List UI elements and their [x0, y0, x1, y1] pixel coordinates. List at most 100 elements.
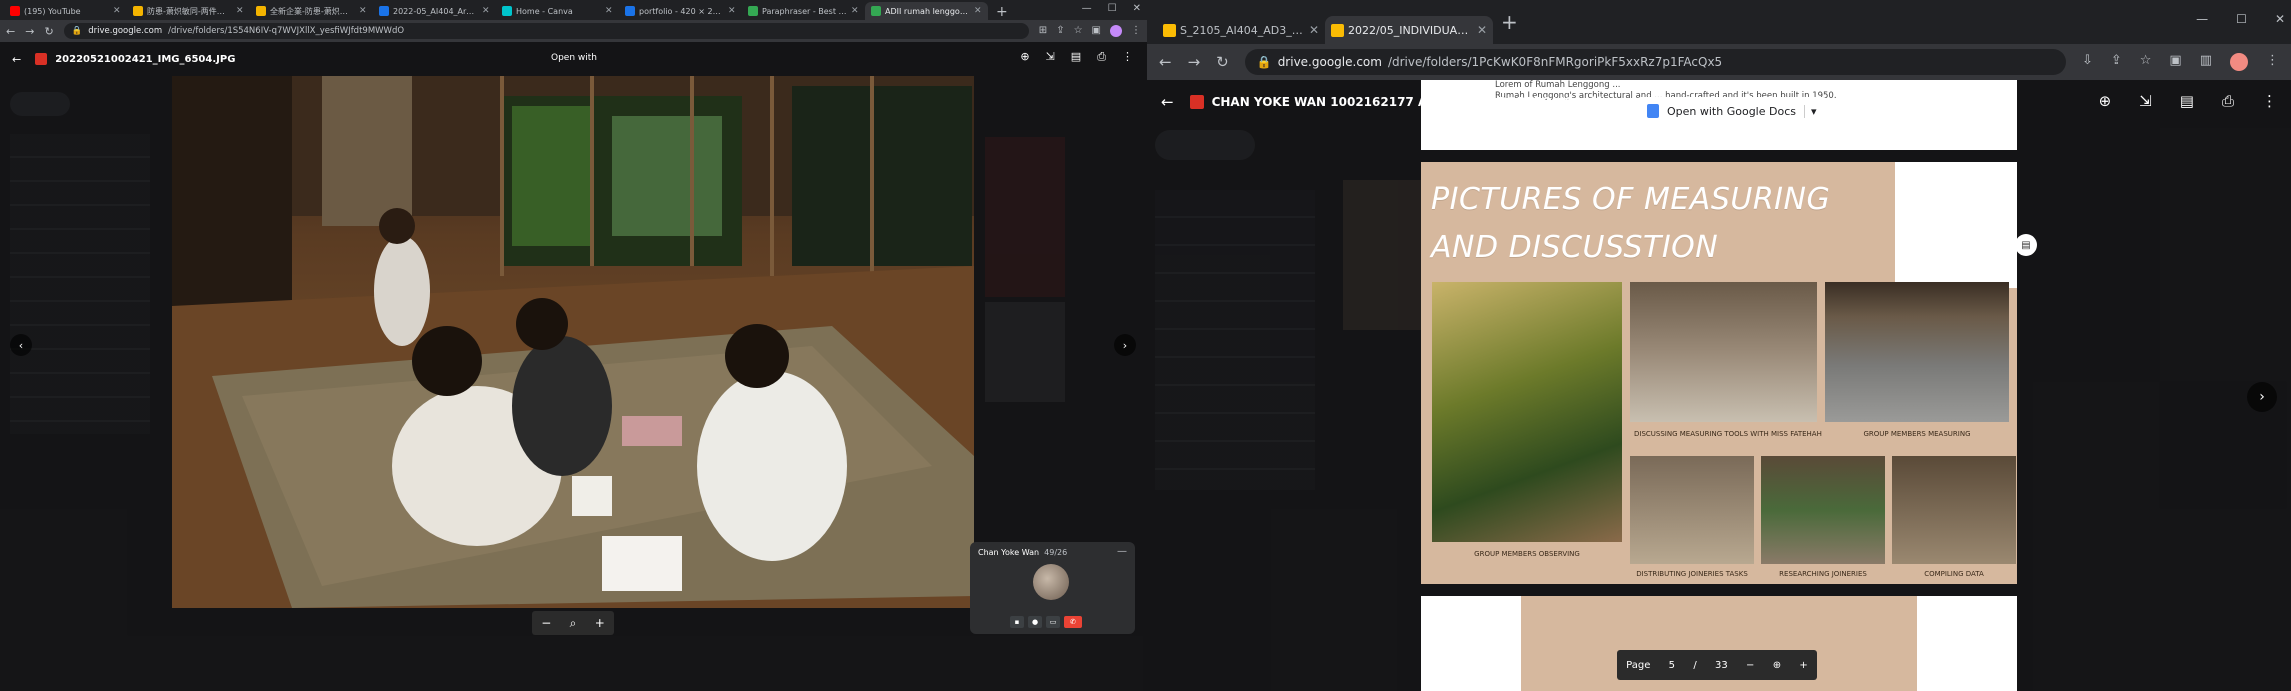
- bookmark-star-icon[interactable]: ☆: [2140, 53, 2152, 71]
- close-icon[interactable]: ✕: [2275, 12, 2285, 26]
- zoom-in-icon[interactable]: +: [595, 616, 605, 630]
- comment-icon[interactable]: ▤: [2180, 92, 2194, 110]
- url-field[interactable]: 🔒 drive.google.com/drive/folders/1PcKwK0…: [1244, 49, 2066, 75]
- favicon-icon: [1331, 23, 1344, 37]
- favicon-icon: [502, 6, 512, 16]
- tab-close-icon[interactable]: ✕: [113, 6, 121, 16]
- new-button[interactable]: [10, 92, 70, 116]
- tab-3[interactable]: 2022-05_AI404_Architectur ✕: [373, 2, 496, 20]
- favicon-icon: [1163, 23, 1176, 37]
- tab-7[interactable]: ADII rumah lenggong - G ✕: [865, 2, 988, 20]
- close-viewer-icon[interactable]: ←: [1161, 93, 1174, 111]
- back-icon[interactable]: ←: [1159, 53, 1172, 71]
- tab-4[interactable]: Home - Canva ✕: [496, 2, 619, 20]
- tab-close-icon[interactable]: ✕: [236, 6, 244, 16]
- reload-icon[interactable]: ↻: [44, 25, 53, 38]
- tab-0[interactable]: S_2105_AI404_AD3_05_Portfolio ✕: [1157, 16, 1325, 44]
- open-with-button[interactable]: Open with: [545, 50, 603, 66]
- file-title: CHAN YOKE WAN 1002162177 AI404 ADIII POR…: [1189, 95, 1601, 109]
- tab-1[interactable]: 防患-萧炽敏同-两件平人生 ✕: [127, 2, 250, 20]
- close-viewer-icon[interactable]: ←: [12, 53, 21, 66]
- minimize-icon[interactable]: —: [1082, 3, 1092, 14]
- tab-5[interactable]: portfolio - 420 × 297mm ✕: [619, 2, 742, 20]
- maximize-icon[interactable]: ☐: [2236, 12, 2247, 26]
- share-icon[interactable]: ⇪: [2111, 53, 2122, 71]
- forward-icon[interactable]: →: [25, 25, 34, 38]
- tab-strip: S_2105_AI404_AD3_05_Portfolio✕2022/05_IN…: [1147, 0, 2291, 44]
- photo-image: [172, 76, 974, 608]
- video-call-pip[interactable]: Chan Yoke Wan 49/26 — ▪ ● ▭ ✆: [970, 542, 1135, 634]
- menu-icon[interactable]: ⋮: [1131, 25, 1141, 37]
- tab-0[interactable]: (195) YouTube ✕: [4, 2, 127, 20]
- next-file-icon[interactable]: ›: [1114, 334, 1136, 356]
- add-shortcut-icon[interactable]: ⊕: [2099, 92, 2112, 110]
- camera-icon[interactable]: ▪: [1010, 616, 1024, 628]
- zoom-in-icon[interactable]: +: [1799, 660, 1807, 671]
- microphone-icon[interactable]: ●: [1028, 616, 1042, 628]
- close-icon[interactable]: ✕: [1133, 3, 1141, 14]
- tab-label: 2022/05_INDIVIDUAL PORTFOLIO: [1348, 23, 1473, 37]
- next-file-icon[interactable]: ›: [2247, 382, 2277, 412]
- tab-close-icon[interactable]: ✕: [728, 6, 736, 16]
- open-with-google-docs-button[interactable]: Open with Google Docs ▾: [1637, 97, 1827, 125]
- zoom-out-icon[interactable]: −: [541, 616, 551, 630]
- new-tab-icon[interactable]: +: [1493, 10, 1526, 34]
- bookmark-star-icon[interactable]: ☆: [1074, 25, 1083, 37]
- comment-bubble-icon[interactable]: ▤: [2015, 234, 2037, 256]
- tab-label: 防患-萧炽敏同-两件平人生: [147, 6, 232, 16]
- more-options-icon[interactable]: ⋮: [1122, 50, 1133, 64]
- minimize-call-icon[interactable]: —: [1117, 546, 1127, 557]
- image-file-icon: [35, 53, 48, 65]
- end-call-icon[interactable]: ✆: [1064, 616, 1082, 628]
- tab-close-icon[interactable]: ✕: [1309, 23, 1319, 37]
- move-to-folder-icon[interactable]: ⇲: [2139, 92, 2152, 110]
- page-current[interactable]: 5: [1669, 660, 1675, 671]
- favicon-icon: [748, 6, 758, 16]
- tab-2[interactable]: 全新企業-防患-萧炽敏同 ✕: [250, 2, 373, 20]
- url-field[interactable]: 🔒 drive.google.com/drive/folders/1S54N6I…: [63, 23, 1029, 39]
- reload-icon[interactable]: ↻: [1216, 53, 1229, 71]
- comment-icon[interactable]: ▤: [1071, 50, 1081, 64]
- add-shortcut-icon[interactable]: ⊕: [1020, 50, 1029, 64]
- profile-avatar[interactable]: [1110, 25, 1122, 37]
- print-icon[interactable]: ⎙: [1097, 50, 1106, 64]
- tab-close-icon[interactable]: ✕: [974, 6, 982, 16]
- zoom-reset-icon[interactable]: ⌕: [570, 616, 577, 631]
- new-tab-icon[interactable]: +: [988, 4, 1016, 20]
- profile-avatar[interactable]: [2230, 53, 2248, 71]
- extensions-icon[interactable]: ▣: [2169, 53, 2181, 71]
- tab-label: (195) YouTube: [24, 6, 81, 16]
- back-icon[interactable]: ←: [6, 25, 15, 38]
- zoom-fit-icon[interactable]: ⊕: [1773, 660, 1781, 671]
- tab-close-icon[interactable]: ✕: [359, 6, 367, 16]
- tab-label: portfolio - 420 × 297mm: [639, 6, 724, 16]
- maximize-icon[interactable]: ☐: [1108, 3, 1117, 14]
- chevron-down-icon[interactable]: ▾: [1803, 104, 1817, 118]
- tab-close-icon[interactable]: ✕: [605, 6, 613, 16]
- caption-distributing: DISTRIBUTING JOINERIES TASKS: [1636, 570, 1748, 578]
- new-button[interactable]: [1155, 130, 1255, 160]
- browser-tools: ⊞ ⇪ ☆ ▣ ⋮: [1039, 25, 1141, 37]
- tab-label: 2022-05_AI404_Architectur: [393, 6, 478, 16]
- translate-icon[interactable]: ⊞: [1039, 25, 1047, 37]
- print-icon[interactable]: ⎙: [2222, 92, 2234, 110]
- menu-icon[interactable]: ⋮: [2266, 53, 2279, 71]
- tab-6[interactable]: Paraphraser - Best Paraph ✕: [742, 2, 865, 20]
- share-icon[interactable]: ⇪: [1056, 25, 1064, 37]
- move-to-folder-icon[interactable]: ⇲: [1046, 50, 1055, 64]
- minimize-icon[interactable]: —: [2196, 12, 2208, 26]
- tab-close-icon[interactable]: ✕: [851, 6, 859, 16]
- install-icon[interactable]: ⇩: [2082, 53, 2093, 71]
- sidepanel-icon[interactable]: ▥: [2200, 53, 2212, 71]
- photo-preview: [172, 76, 974, 608]
- favicon-icon: [871, 6, 881, 16]
- present-icon[interactable]: ▭: [1046, 616, 1060, 628]
- zoom-out-icon[interactable]: −: [1746, 660, 1754, 671]
- forward-icon[interactable]: →: [1188, 53, 1201, 71]
- tab-close-icon[interactable]: ✕: [1477, 23, 1487, 37]
- tab-close-icon[interactable]: ✕: [482, 6, 490, 16]
- previous-file-icon[interactable]: ‹: [10, 334, 32, 356]
- extensions-icon[interactable]: ▣: [1092, 25, 1101, 37]
- tab-1[interactable]: 2022/05_INDIVIDUAL PORTFOLIO ✕: [1325, 16, 1493, 44]
- more-options-icon[interactable]: ⋮: [2262, 92, 2277, 110]
